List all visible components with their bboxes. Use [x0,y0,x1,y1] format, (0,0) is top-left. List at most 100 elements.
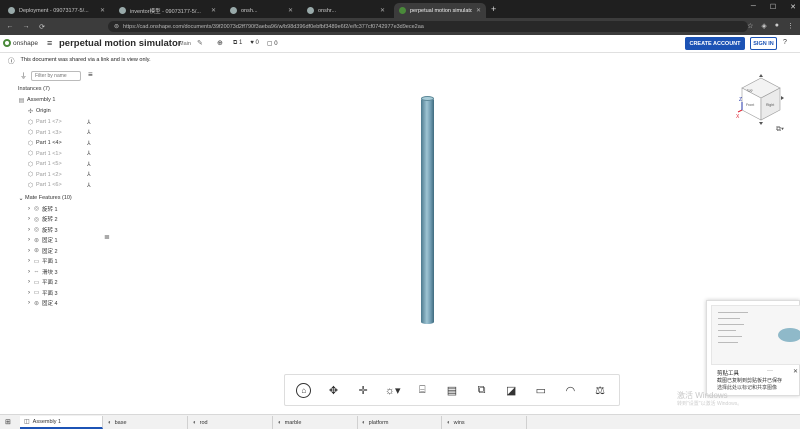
likes-count[interactable]: ♥ 0 [250,40,259,47]
pan-button[interactable]: ✛ [352,381,374,399]
rotate-down-arrow-icon[interactable] [759,122,763,125]
panel-toggle-icon[interactable]: ≣ [104,233,110,241]
chevron-right-icon[interactable]: › [26,206,32,212]
mate-row[interactable]: › ▭ 平面 2 [26,277,58,288]
maximize-icon[interactable]: ☐ [770,3,776,11]
home-view-button[interactable]: ⌂ [293,381,315,399]
protractor-button[interactable]: ◠ [559,381,581,399]
mate-row[interactable]: › ⊛ 固定 2 [26,246,58,257]
minimize-icon[interactable]: ─ [751,3,756,11]
star-icon[interactable]: ☆ [747,22,753,30]
site-info-icon[interactable]: ⊜ [114,23,119,30]
rod-top-face[interactable] [421,96,434,101]
mass-properties-button[interactable]: ⚖ [589,381,611,399]
origin-row[interactable]: ✣ Origin [27,106,51,117]
chevron-right-icon[interactable]: › [26,227,32,233]
chevron-right-icon[interactable]: › [26,300,32,306]
mate-features-header[interactable]: ⌄ Mate Features (10) [18,193,71,204]
browser-tab[interactable]: Deployment - 09073177-5/... ✕ [3,3,110,18]
section-view-button[interactable]: ◪ [500,381,522,399]
tab-part-studio[interactable]: ◐ rod [189,416,273,429]
tab-part-studio[interactable]: ◐ base [104,416,188,429]
zoom-button[interactable]: ☼▾ [382,381,404,399]
window-close-icon[interactable]: ✕ [790,3,796,11]
chevron-right-icon[interactable]: › [26,216,32,222]
rotate-up-arrow-icon[interactable] [759,74,763,77]
globe-icon[interactable]: ⊕ [217,39,223,47]
address-bar[interactable]: ⊜ https://cad.onshape.com/documents/39f2… [108,21,748,32]
filter-icon[interactable]: ⏚ [20,71,27,81]
part-instance-row[interactable]: ⬡ Part 1 <5> ⅄ [27,159,91,170]
chevron-right-icon[interactable]: › [26,237,32,243]
filter-input[interactable] [31,71,81,81]
part-instance-row[interactable]: ⬡ Part 1 <2> ⅄ [27,170,91,181]
rotate-view-button[interactable]: ✥ [322,381,344,399]
tab-part-studio[interactable]: ◐ platform [358,416,442,429]
chevron-right-icon[interactable]: › [26,248,32,254]
bom-button[interactable]: ▤ [441,381,463,399]
assembly-row[interactable]: ▤ Assembly 1 [18,95,56,106]
tab-part-studio[interactable]: ◐ wins [443,416,527,429]
copies-count[interactable]: ⧉ 1 [233,40,242,47]
mate-row[interactable]: › ▭ 平面 1 [26,256,58,267]
help-icon[interactable]: ? [783,39,787,46]
close-icon[interactable]: ✕ [100,7,105,14]
document-title[interactable]: perpetual motion simulator [59,38,181,49]
rod-part-model[interactable] [421,98,434,324]
mate-row[interactable]: › ◎ 旋转 1 [26,204,58,215]
hamburger-menu-icon[interactable]: ≡ [47,38,52,48]
browser-tab[interactable]: onshr... ✕ [302,3,390,18]
list-options-icon[interactable]: ≡ [88,70,93,79]
tab-assembly[interactable]: ◫ Assembly 1 [20,416,103,429]
part-instance-row[interactable]: ⬡ Part 1 <7> ⅄ [27,117,91,128]
part-instance-row[interactable]: ⬡ Part 1 <1> ⅄ [27,149,91,160]
extensions-icon[interactable]: ◈ [761,22,766,30]
close-icon[interactable]: ✕ [793,368,798,375]
sign-in-button[interactable]: SIGN IN [750,37,777,50]
profile-icon[interactable]: ● [775,22,779,30]
onshape-logo[interactable]: onshape [3,39,38,47]
exploded-view-button[interactable]: ⧉ [471,381,493,399]
close-icon[interactable]: ✕ [211,7,216,14]
create-account-button[interactable]: CREATE ACCOUNT [685,37,745,50]
tab-manager-icon[interactable]: ⊞ [5,418,11,426]
back-icon[interactable]: ← [4,23,16,30]
mate-row[interactable]: › ◎ 旋转 2 [26,214,58,225]
screenshot-thumbnail[interactable] [711,305,800,365]
reload-icon[interactable]: ⟳ [36,23,48,31]
new-tab-plus-icon[interactable]: + [491,4,496,14]
comments-count[interactable]: ▢ 0 [267,40,278,47]
branch-label[interactable]: Main [179,41,191,47]
close-icon[interactable]: ✕ [288,7,293,14]
pencil-icon[interactable]: ✎ [197,39,203,47]
chevron-right-icon[interactable]: › [26,279,32,285]
browser-tab[interactable]: onsh... ✕ [225,3,298,18]
part-instance-row[interactable]: ⬡ Part 1 <3> ⅄ [27,128,91,139]
chevron-down-icon[interactable]: ⌄ [18,195,24,202]
more-options-icon[interactable]: ··· [767,368,773,374]
mate-row[interactable]: › ⊛ 固定 1 [26,235,58,246]
chevron-right-icon[interactable]: › [26,290,32,296]
rotate-right-arrow-icon[interactable] [781,96,784,100]
chevron-right-icon[interactable]: › [26,258,32,264]
more-menu-icon[interactable]: ⋮ [787,22,794,30]
display-mode-button[interactable]: ⌸ [411,381,433,399]
chevron-right-icon[interactable]: › [26,269,32,275]
mate-row[interactable]: › ▭ 平面 3 [26,288,58,299]
browser-tab[interactable]: inventor模型 - 09073177-5/... ✕ [114,3,221,18]
part-instance-row[interactable]: ⬡ Part 1 <6> ⅄ [27,180,91,191]
close-icon[interactable]: ✕ [380,7,385,14]
view-options-icon[interactable]: ⧉▾ [776,126,784,134]
tab-part-studio[interactable]: ◐ marble [274,416,358,429]
snip-notification[interactable]: 剪贴工具 ··· ✕ 截图已复制到剪贴板并已保存 选择此处以标记和共享图像 [706,300,800,396]
mate-row[interactable]: › ⇔ 滑块 3 [26,267,58,278]
view-cube[interactable]: Z X Top Front Right [736,74,786,126]
3d-viewport[interactable] [103,66,800,414]
close-icon[interactable]: ✕ [476,7,481,14]
forward-icon[interactable]: → [20,23,32,30]
part-instance-row[interactable]: ⬡ Part 1 <4> ⅄ [27,138,91,149]
browser-tab-active[interactable]: perpetual motion simulator ✕ [394,3,486,18]
mate-row[interactable]: › ⊛ 固定 4 [26,298,58,309]
mate-row[interactable]: › ◎ 旋转 3 [26,225,58,236]
measure-button[interactable]: ▭ [530,381,552,399]
